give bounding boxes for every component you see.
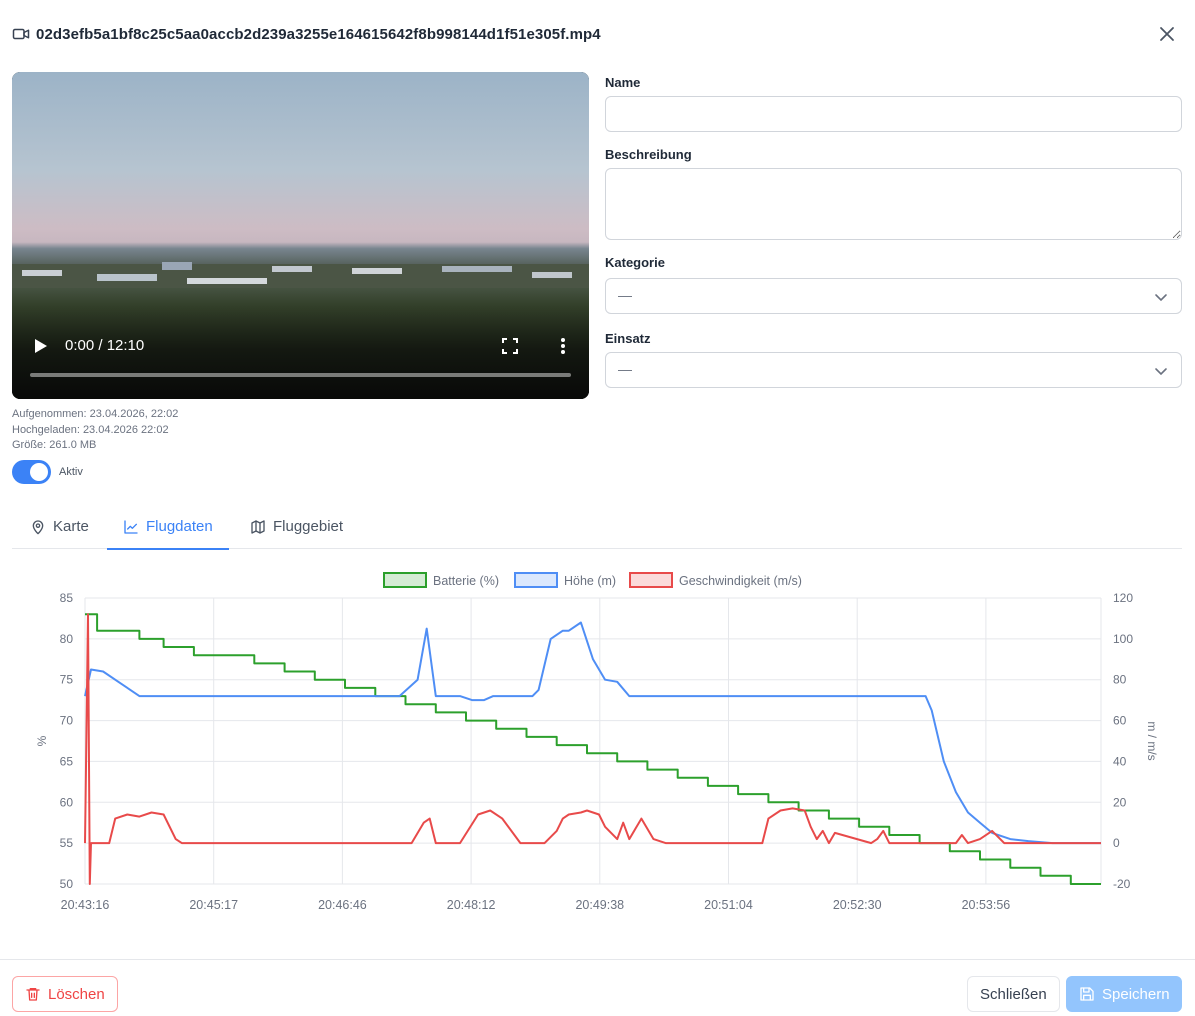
x-tick-label: 20:52:30	[833, 898, 882, 912]
y-right-tick-label: 120	[1113, 591, 1133, 605]
map-pin-icon	[30, 519, 46, 535]
legend-swatch	[629, 572, 673, 588]
x-tick-label: 20:48:12	[447, 898, 496, 912]
uploaded-date: Hochgeladen: 23.04.2026 22:02	[12, 423, 169, 436]
trash-icon	[25, 986, 41, 1002]
y-right-tick-label: 40	[1113, 754, 1127, 768]
legend-label: Höhe (m)	[564, 574, 616, 588]
more-options-icon[interactable]	[554, 336, 572, 356]
chevron-down-icon	[1155, 294, 1167, 302]
x-tick-label: 20:43:16	[61, 898, 110, 912]
x-tick-label: 20:49:38	[575, 898, 624, 912]
category-label: Kategorie	[605, 255, 665, 270]
file-title: 02d3efb5a1bf8c25c5aa0accb2d239a3255e1646…	[36, 25, 601, 43]
name-input[interactable]	[605, 96, 1182, 132]
category-select[interactable]: —	[605, 278, 1182, 314]
description-label: Beschreibung	[605, 147, 692, 162]
tab-bar: Karte Flugdaten Fluggebiet	[12, 504, 1182, 550]
y-left-tick-label: 55	[60, 836, 74, 850]
play-button[interactable]	[30, 336, 50, 356]
y-left-tick-label: 70	[60, 714, 74, 728]
delete-button[interactable]: Löschen	[12, 976, 118, 1012]
dialog-header: 02d3efb5a1bf8c25c5aa0accb2d239a3255e1646…	[12, 22, 1183, 46]
mission-value: —	[618, 361, 632, 377]
legend-swatch	[514, 572, 558, 588]
fullscreen-icon[interactable]	[501, 337, 519, 355]
y-right-tick-label: 100	[1113, 632, 1133, 646]
x-tick-label: 20:45:17	[189, 898, 238, 912]
y-left-tick-label: 65	[60, 754, 74, 768]
dialog-footer: Löschen Schließen Speichern	[0, 959, 1195, 1016]
file-size: Größe: 261.0 MB	[12, 439, 97, 451]
y-right-tick-label: 60	[1113, 714, 1127, 728]
y-right-tick-label: 0	[1113, 836, 1120, 850]
video-progress-bar[interactable]	[30, 373, 571, 377]
active-toggle[interactable]	[12, 460, 51, 484]
mission-select[interactable]: —	[605, 352, 1182, 388]
close-button[interactable]: Schließen	[967, 976, 1060, 1012]
y-right-tick-label: 80	[1113, 673, 1127, 687]
video-icon	[12, 25, 30, 43]
legend-label: Geschwindigkeit (m/s)	[679, 574, 802, 588]
video-frame-skyline	[12, 262, 589, 288]
tab-karte[interactable]: Karte	[30, 504, 89, 549]
y-left-tick-label: 85	[60, 591, 74, 605]
video-time: 0:00 / 12:10	[65, 337, 145, 354]
name-label: Name	[605, 75, 641, 90]
legend-swatch	[383, 572, 427, 588]
file-metadata: Aufgenommen: 23.04.2026, 22:02 Hochgelad…	[12, 407, 178, 454]
x-tick-label: 20:51:04	[704, 898, 753, 912]
chart-line-icon	[123, 519, 139, 535]
close-icon[interactable]	[1157, 24, 1177, 44]
chevron-down-icon	[1155, 368, 1167, 376]
active-toggle-row: Aktiv	[12, 460, 83, 484]
mission-label: Einsatz	[605, 331, 651, 346]
x-tick-label: 20:53:56	[962, 898, 1011, 912]
y-left-tick-label: 75	[60, 673, 74, 687]
active-toggle-label: Aktiv	[59, 466, 83, 478]
map-icon	[250, 519, 266, 535]
y-right-axis-label: m / m/s	[1145, 721, 1159, 760]
chart-svg: 50 55 60 65 70 75 80 85 -20 0 20 40 60 80 100 120 20:43:…	[35, 572, 1159, 912]
details-form: Name Beschreibung Kategorie — Einsatz —	[605, 72, 1182, 388]
y-left-tick-label: 80	[60, 632, 74, 646]
y-left-tick-label: 60	[60, 795, 74, 809]
video-player[interactable]: 0:00 / 12:10	[12, 72, 589, 399]
y-right-tick-label: 20	[1113, 795, 1127, 809]
save-icon	[1079, 986, 1095, 1002]
y-right-tick-label: -20	[1113, 877, 1131, 891]
legend-label: Batterie (%)	[433, 574, 499, 588]
description-textarea[interactable]	[605, 168, 1182, 240]
y-left-tick-label: 50	[60, 877, 74, 891]
x-tick-label: 20:46:46	[318, 898, 367, 912]
category-value: —	[618, 287, 632, 303]
save-button[interactable]: Speichern	[1066, 976, 1182, 1012]
y-left-axis-label: %	[35, 735, 49, 746]
flight-data-chart: 50 55 60 65 70 75 80 85 -20 0 20 40 60 80 100 120 20:43:…	[12, 560, 1182, 920]
recorded-date: Aufgenommen: 23.04.2026, 22:02	[12, 408, 179, 420]
tab-fluggebiet[interactable]: Fluggebiet	[250, 504, 343, 549]
tab-flugdaten[interactable]: Flugdaten	[107, 504, 229, 550]
